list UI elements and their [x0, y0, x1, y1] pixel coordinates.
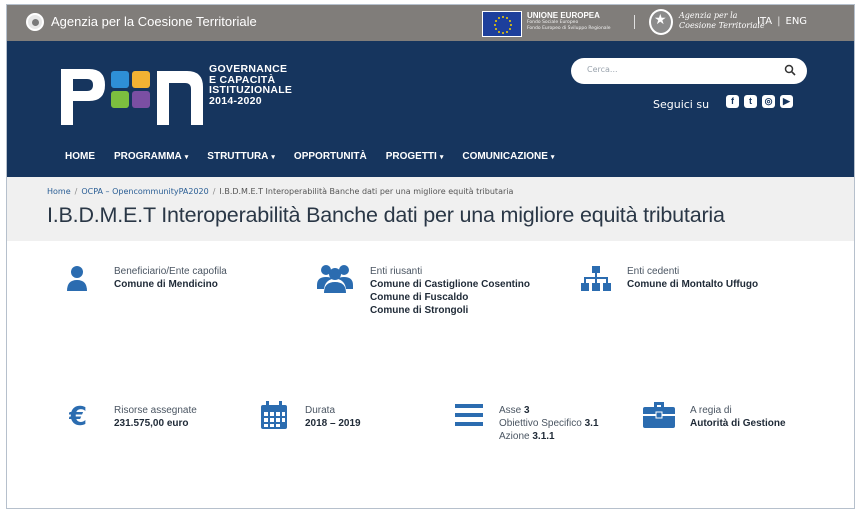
regia-label: A regia di	[690, 405, 732, 416]
eu-flag-icon	[482, 11, 522, 37]
search-input[interactable]: Cerca...	[571, 58, 807, 84]
lang-separator: |	[777, 16, 781, 27]
title-band: Home / OCPA – OpencommunityPA2020/I.B.D.M.…	[7, 177, 854, 241]
twitter-icon[interactable]: t	[744, 95, 757, 108]
group-icon	[317, 265, 353, 293]
beneficiario-label: Beneficiario/Ente capofila	[114, 266, 227, 277]
cedenti-label: Enti cedenti	[627, 266, 680, 277]
list-icon	[455, 404, 483, 426]
chevron-down-icon: ▾	[184, 154, 189, 161]
nav-home-label: HOME	[65, 151, 95, 162]
follow-us-label: Seguici su	[653, 98, 710, 111]
chevron-down-icon: ▾	[550, 154, 555, 161]
user-icon	[67, 266, 87, 291]
search-placeholder: Cerca...	[587, 65, 618, 74]
topbar-divider	[634, 15, 635, 29]
riusanti-value-1: Comune di Castiglione Cosentino	[370, 279, 531, 290]
svg-text:€: €	[69, 402, 87, 429]
page-frame: Agenzia per la Coesione Territoriale UNI…	[6, 4, 855, 509]
cedenti-value: Comune di Montalto Uffugo	[627, 279, 759, 290]
asse-block: Asse 3 Obiettivo Specifico 3.1 Azione 3.…	[499, 404, 599, 443]
program-name-line-3: ISTITUZIONALE	[209, 84, 293, 96]
durata-label: Durata	[305, 405, 336, 416]
nav-opportunita-label: OPPORTUNITÀ	[293, 151, 367, 162]
risorse-block: Risorse assegnate 231.575,00 euro	[114, 404, 197, 430]
calendar-icon	[261, 401, 287, 429]
chevron-down-icon: ▾	[271, 154, 275, 161]
breadcrumb-home[interactable]: Home	[47, 187, 71, 196]
pon-logo[interactable]	[59, 65, 209, 127]
riusanti-block: Enti riusanti Comune di Castiglione Cose…	[370, 265, 530, 317]
pon-logo-graphic	[61, 69, 203, 125]
riusanti-value-3: Comune di Strongoli	[370, 305, 469, 316]
asse-value: 3	[524, 405, 530, 416]
breadcrumb-separator: /	[212, 187, 216, 196]
youtube-icon[interactable]: ▶	[780, 95, 793, 108]
republic-emblem-icon	[649, 9, 673, 35]
main-nav: HOME PROGRAMMA ▾ STRUTTURA ▾ OPPORTUNITÀ P…	[65, 151, 573, 162]
riusanti-value-2: Comune di Fuscaldo	[370, 292, 469, 303]
site-header: GOVERNANCE E CAPACITÀ ISTITUZIONALE 2014…	[7, 41, 854, 177]
nav-programma-label: PROGRAMMA	[114, 151, 182, 162]
agency-logo-icon	[26, 13, 44, 31]
social-links: f t ◎ ▶	[726, 95, 793, 108]
program-name: GOVERNANCE E CAPACITÀ ISTITUZIONALE 2014…	[209, 64, 292, 106]
euro-icon: €	[69, 402, 87, 429]
azione-label: Azione	[499, 431, 530, 442]
lang-eng-link[interactable]: ENG	[786, 16, 808, 27]
top-agency-bar: Agenzia per la Coesione Territoriale UNI…	[7, 5, 854, 41]
beneficiario-block: Beneficiario/Ente capofila Comune di Men…	[114, 265, 227, 291]
agency-script-line-1: Agenzia per la	[679, 11, 738, 20]
regia-block: A regia di Autorità di Gestione	[690, 404, 786, 430]
riusanti-label: Enti riusanti	[370, 266, 423, 277]
azione-value: 3.1.1	[532, 431, 555, 442]
nav-home[interactable]: HOME	[65, 151, 95, 162]
asse-label: Asse	[499, 405, 522, 416]
nav-comunicazione[interactable]: COMUNICAZIONE ▾	[462, 151, 554, 162]
breadcrumb: Home / OCPA – OpencommunityPA2020/I.B.D.M.…	[47, 187, 513, 196]
eu-funding-label: UNIONE EUROPEA Fondo Sociale Europeo Fon…	[527, 11, 611, 32]
obiettivo-value: 3.1	[584, 418, 599, 429]
briefcase-icon	[643, 402, 675, 428]
nav-programma[interactable]: PROGRAMMA ▾	[114, 151, 188, 162]
chevron-down-icon: ▾	[439, 154, 444, 161]
breadcrumb-ocpa[interactable]: OCPA – OpencommunityPA2020	[81, 187, 208, 196]
lang-ita-link[interactable]: ITA	[757, 16, 772, 27]
page-title: I.B.D.M.E.T Interoperabilità Banche dati…	[47, 203, 725, 227]
program-name-line-4: 2014-2020	[209, 94, 262, 107]
beneficiario-value: Comune di Mendicino	[114, 279, 218, 290]
nav-struttura[interactable]: STRUTTURA ▾	[207, 151, 275, 162]
eu-sub-2: Fondo Europeo di Sviluppo Regionale	[527, 26, 611, 31]
facebook-icon[interactable]: f	[726, 95, 739, 108]
agency-script-logo: Agenzia per la Coesione Territoriale	[679, 11, 765, 31]
eu-title: UNIONE EUROPEA	[527, 11, 600, 20]
search-icon[interactable]	[784, 64, 796, 76]
risorse-label: Risorse assegnate	[114, 405, 197, 416]
agency-name-link[interactable]: Agenzia per la Coesione Territoriale	[51, 14, 257, 29]
regia-value: Autorità di Gestione	[690, 418, 786, 429]
durata-value: 2018 – 2019	[305, 418, 361, 429]
language-switcher: ITA | ENG	[757, 16, 807, 27]
agency-script-line-2: Coesione Territoriale	[679, 21, 765, 30]
nav-opportunita[interactable]: OPPORTUNITÀ	[294, 151, 367, 162]
cedenti-block: Enti cedenti Comune di Montalto Uffugo	[627, 265, 758, 291]
nav-comunicazione-label: COMUNICAZIONE	[462, 151, 548, 162]
nav-progetti[interactable]: PROGETTI ▾	[386, 151, 444, 162]
breadcrumb-current: I.B.D.M.E.T Interoperabilità Banche dati…	[219, 187, 514, 196]
sitemap-icon	[581, 266, 611, 291]
nav-struttura-label: STRUTTURA	[207, 151, 269, 162]
durata-block: Durata 2018 – 2019	[305, 404, 361, 430]
nav-progetti-label: PROGETTI	[385, 151, 437, 162]
risorse-value: 231.575,00 euro	[114, 418, 189, 429]
program-name-line-1: GOVERNANCE	[209, 63, 288, 75]
obiettivo-label: Obiettivo Specifico	[499, 418, 582, 429]
breadcrumb-separator: /	[74, 187, 78, 196]
instagram-icon[interactable]: ◎	[762, 95, 775, 108]
